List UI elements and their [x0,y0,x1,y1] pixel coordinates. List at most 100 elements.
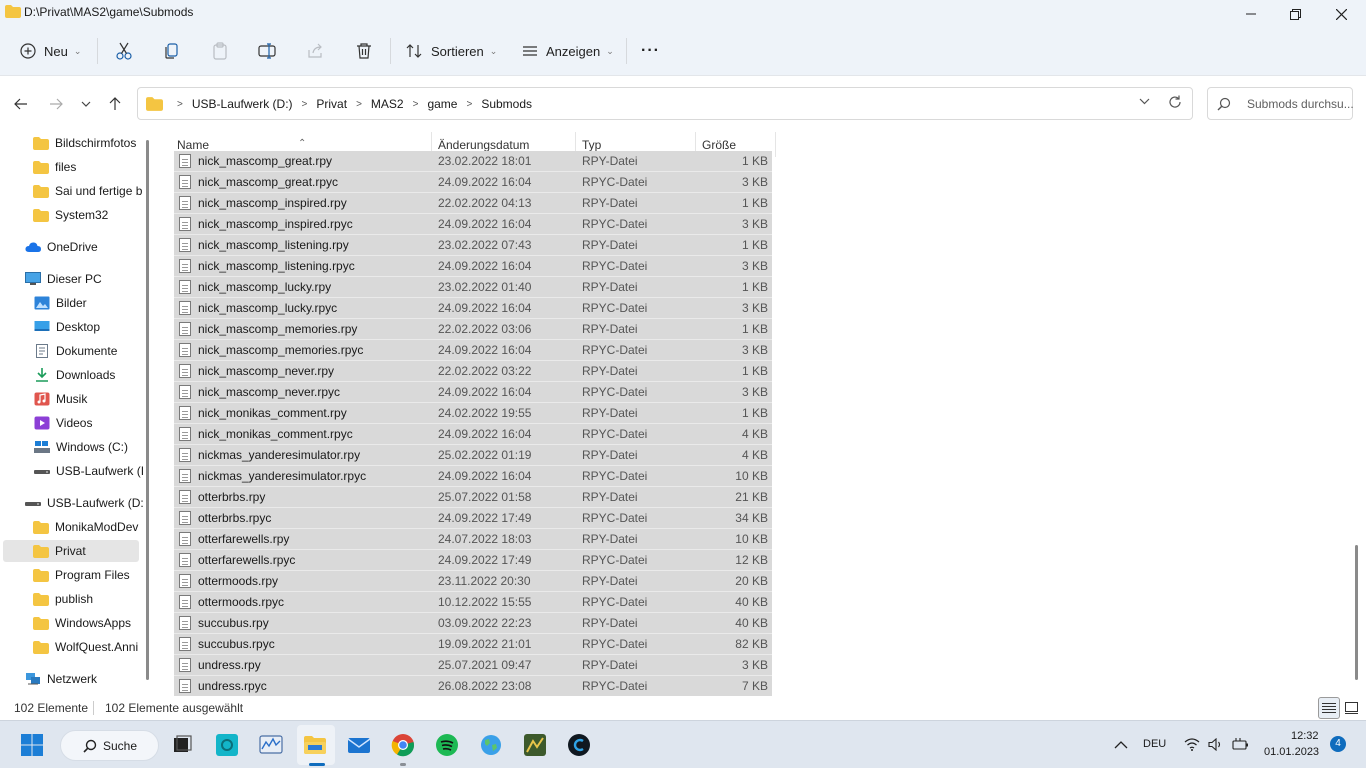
keyboard-language[interactable]: DEU [1143,738,1166,750]
details-view-button[interactable] [1318,697,1340,719]
spotify-icon[interactable] [435,733,459,757]
forward-button[interactable] [45,94,67,114]
file-row[interactable]: otterbrbs.rpy 25.07.2022 01:58 RPY-Datei 21… [174,487,772,508]
ccleaner-icon[interactable] [567,733,591,757]
search-input[interactable]: Submods durchsu... [1207,87,1354,120]
column-divider[interactable] [775,132,776,157]
breadcrumb-item[interactable]: MAS2 [371,97,404,111]
mail-icon[interactable] [347,733,371,757]
sidebar-item[interactable]: MonikaModDev [0,516,146,538]
taskbar-search[interactable]: Suche [60,730,159,761]
clock-date[interactable]: 01.01.2023 [1264,746,1319,758]
clock-time[interactable]: 12:32 [1291,730,1319,742]
sidebar-item[interactable]: Desktop [0,316,146,338]
file-row[interactable]: ottermoods.rpyc 10.12.2022 15:55 RPYC-Date… [174,592,772,613]
file-row[interactable]: nick_mascomp_great.rpy 23.02.2022 18:01 RP… [174,151,772,172]
delete-button[interactable] [355,36,373,66]
sidebar-item[interactable]: Netzwerk [0,668,146,690]
back-button[interactable] [10,94,32,114]
file-row[interactable]: undress.rpy 25.07.2021 09:47 RPY-Datei 3 KB [174,655,772,676]
sidebar-item[interactable]: Dieser PC [0,268,146,290]
chrome-icon[interactable] [391,733,415,757]
more-options-button[interactable]: ··· [641,36,660,66]
sidebar-item[interactable]: Program Files [0,564,146,586]
file-row[interactable]: nick_monikas_comment.rpy 24.02.2022 19:55… [174,403,772,424]
file-explorer-icon[interactable] [303,733,327,757]
file-row[interactable]: succubus.rpy 03.09.2022 22:23 RPY-Datei 40 … [174,613,772,634]
minimize-button[interactable] [1228,0,1274,28]
copy-button[interactable] [163,36,181,66]
breadcrumb-item[interactable]: Submods [481,97,532,111]
maximize-button[interactable] [1272,0,1318,28]
file-row[interactable]: nick_mascomp_great.rpyc 24.09.2022 16:04 R… [174,172,772,193]
cut-button[interactable] [115,36,133,66]
address-bar[interactable]: > USB-Laufwerk (D:) > Privat > MAS2 > ga… [137,87,1193,120]
view-button[interactable]: Anzeigen ⌄ [522,36,614,66]
file-row[interactable]: nick_mascomp_listening.rpy 23.02.2022 07:… [174,235,772,256]
sidebar-item[interactable]: Musik [0,388,146,410]
breadcrumb-item[interactable]: USB-Laufwerk (D:) [192,97,293,111]
breadcrumb-item[interactable]: game [427,97,457,111]
refresh-icon[interactable] [1168,95,1182,112]
sidebar-item[interactable]: Bildschirmfotos [0,132,146,154]
file-row[interactable]: nick_mascomp_lucky.rpy 23.02.2022 01:40 RP… [174,277,772,298]
sidebar-item[interactable]: Downloads [0,364,146,386]
file-row[interactable]: nick_mascomp_memories.rpyc 24.09.2022 16:… [174,340,772,361]
sidebar-item[interactable]: Bilder [0,292,146,314]
sidebar-item[interactable]: Privat [3,540,139,562]
file-row[interactable]: ottermoods.rpy 23.11.2022 20:30 RPY-Datei 2… [174,571,772,592]
file-row[interactable]: nick_mascomp_never.rpyc 24.09.2022 16:04 R… [174,382,772,403]
file-row[interactable]: undress.rpyc 26.08.2022 23:08 RPYC-Datei 7 … [174,676,772,696]
file-row[interactable]: nick_mascomp_listening.rpyc 24.09.2022 16… [174,256,772,277]
file-row[interactable]: succubus.rpyc 19.09.2022 21:01 RPYC-Datei 8… [174,634,772,655]
volume-icon[interactable] [1208,738,1224,751]
file-row[interactable]: otterfarewells.rpy 24.07.2022 18:03 RPY-Da… [174,529,772,550]
sidebar-item[interactable]: files [0,156,146,178]
sort-button[interactable]: Sortieren ⌄ [406,36,497,66]
file-row[interactable]: nick_mascomp_lucky.rpyc 24.09.2022 16:04 R… [174,298,772,319]
file-row[interactable]: nick_mascomp_memories.rpy 22.02.2022 03:0… [174,319,772,340]
task-view-icon[interactable] [170,733,194,757]
sidebar-item[interactable]: Windows (C:) [0,436,146,458]
address-history-chevron-icon[interactable] [1139,96,1150,108]
file-row[interactable]: nickmas_yanderesimulator.rpy 25.02.2022 0… [174,445,772,466]
file-row[interactable]: nickmas_yanderesimulator.rpyc 24.09.2022 … [174,466,772,487]
sidebar-item[interactable]: System32 [0,204,146,226]
file-row[interactable]: nick_mascomp_inspired.rpyc 24.09.2022 16:… [174,214,772,235]
breadcrumb-item[interactable]: Privat [316,97,347,111]
game-icon[interactable] [523,733,547,757]
sidebar-item[interactable]: Dokumente [0,340,146,362]
windows-start-icon[interactable] [20,733,44,757]
sidebar-item[interactable]: WindowsApps [0,612,146,634]
up-button[interactable] [104,94,126,114]
sidebar-item[interactable]: USB-Laufwerk (I [0,460,146,482]
chevron-up-icon[interactable] [1114,740,1128,749]
file-row[interactable]: otterbrbs.rpyc 24.09.2022 17:49 RPYC-Datei… [174,508,772,529]
wifi-icon[interactable] [1184,738,1200,751]
sidebar-item[interactable]: Videos [0,412,146,434]
file-list-scrollbar[interactable] [1355,545,1358,680]
close-button[interactable] [1318,0,1364,28]
notification-badge[interactable]: 4 [1330,736,1346,752]
rename-button[interactable] [258,36,276,66]
recent-locations-button[interactable] [75,94,97,114]
share-button[interactable] [306,36,324,66]
sidebar-item[interactable]: USB-Laufwerk (D: [0,492,146,514]
resource-monitor-icon[interactable] [259,733,283,757]
tiles-view-button[interactable] [1340,697,1362,719]
sidebar-item[interactable]: WolfQuest.Anni [0,636,146,658]
sidebar-scrollbar[interactable] [146,140,149,680]
globe-app-icon[interactable] [479,733,503,757]
sidebar-item[interactable]: publish [0,588,146,610]
title-bar: D:\Privat\MAS2\game\Submods [0,0,1366,28]
file-row[interactable]: nick_mascomp_inspired.rpy 22.02.2022 04:1… [174,193,772,214]
widgets-icon[interactable] [215,733,239,757]
file-row[interactable]: nick_monikas_comment.rpyc 24.09.2022 16:0… [174,424,772,445]
file-row[interactable]: otterfarewells.rpyc 24.09.2022 17:49 RPYC-… [174,550,772,571]
new-button[interactable]: Neu ⌄ [20,36,81,66]
file-row[interactable]: nick_mascomp_never.rpy 22.02.2022 03:22 RP… [174,361,772,382]
battery-plug-icon[interactable] [1232,738,1250,751]
sidebar-item[interactable]: OneDrive [0,236,146,258]
sidebar-item[interactable]: Sai und fertige b [0,180,146,202]
paste-button[interactable] [211,36,229,66]
